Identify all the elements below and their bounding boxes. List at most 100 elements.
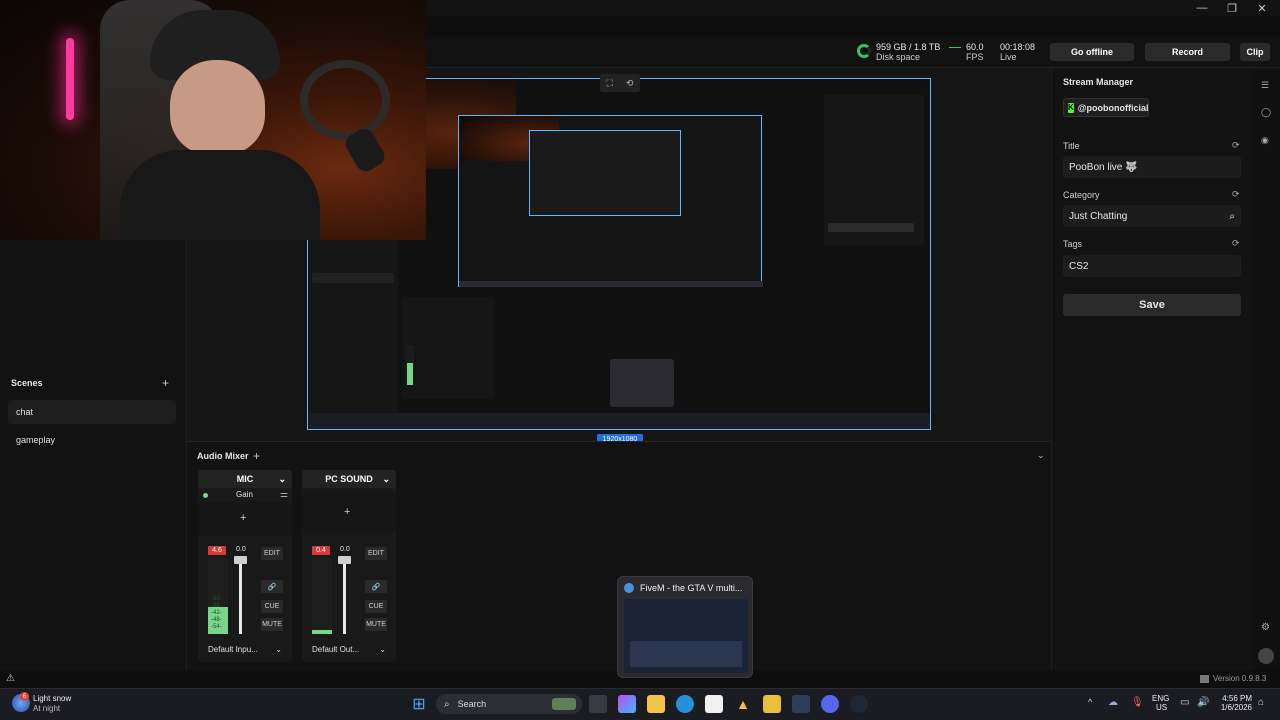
- scene-item-gameplay[interactable]: gameplay: [8, 428, 176, 452]
- hoodie: [120, 150, 320, 240]
- sync-icon[interactable]: ⟲: [626, 78, 634, 89]
- browser-taskbar-icon[interactable]: [676, 695, 694, 713]
- neon-light: [66, 38, 74, 120]
- stream-manager-title: Stream Manager: [1063, 77, 1134, 87]
- crop-icon[interactable]: ⛶: [607, 78, 613, 89]
- nested-save: [828, 223, 914, 232]
- version-text: Version 0.9.8.3: [1213, 674, 1267, 683]
- volume-slider-handle[interactable]: [234, 556, 247, 564]
- chevron-down-icon: ⌄: [382, 473, 390, 484]
- link-icon[interactable]: 🔗: [261, 580, 283, 593]
- taskbar-search[interactable]: ⌕ Search: [436, 694, 582, 714]
- category-input[interactable]: Just Chatting ⌕: [1063, 205, 1241, 227]
- collapse-chevron-icon[interactable]: ⌄: [1037, 450, 1045, 461]
- nested-scene-chat: [312, 273, 394, 283]
- nested-stream-manager: [824, 95, 924, 245]
- save-button[interactable]: Save: [1063, 294, 1241, 316]
- file-explorer-icon[interactable]: [647, 695, 665, 713]
- scenes-title: Scenes: [11, 378, 43, 388]
- mic-channel-header[interactable]: MIC ⌄: [198, 470, 292, 488]
- chat-icon[interactable]: ◯: [1261, 107, 1271, 118]
- category-value: Just Chatting: [1069, 210, 1128, 222]
- add-filter-button[interactable]: +: [344, 506, 350, 518]
- warning-app-icon[interactable]: ▲: [734, 695, 752, 713]
- disk-label: Disk space: [876, 52, 921, 62]
- refresh-category-icon[interactable]: ⟳: [1232, 189, 1240, 200]
- network-icon[interactable]: ▭: [1180, 697, 1189, 708]
- editor-icon[interactable]: [763, 695, 781, 713]
- device-label: Default Inpu...: [208, 644, 258, 654]
- volume-slider-track[interactable]: [343, 558, 346, 634]
- mute-button[interactable]: MUTE: [261, 618, 283, 631]
- account-chip[interactable]: K @poobonofficial: [1063, 98, 1149, 117]
- cue-button[interactable]: CUE: [365, 600, 387, 613]
- go-offline-button[interactable]: Go offline: [1050, 43, 1134, 61]
- pc-sound-channel-header[interactable]: PC SOUND ⌄: [302, 470, 396, 488]
- clock[interactable]: 4:56 PM 1/6/2026: [1212, 694, 1252, 712]
- clip-button[interactable]: Clip: [1240, 43, 1270, 61]
- cue-button[interactable]: CUE: [261, 600, 283, 613]
- add-scene-button[interactable]: +: [162, 376, 169, 390]
- taskbar-preview-popup[interactable]: FiveM - the GTA V multi...: [617, 576, 753, 678]
- device-label: Default Out...: [312, 644, 360, 654]
- steam-icon[interactable]: [850, 695, 868, 713]
- chevron-up-icon[interactable]: ^: [1088, 697, 1092, 707]
- kick-icon: K: [1068, 102, 1074, 113]
- nested-canvas-2: [529, 130, 681, 216]
- m365-icon[interactable]: [618, 695, 636, 713]
- tags-input[interactable]: CS2: [1063, 255, 1241, 277]
- broadcast-icon[interactable]: ◉: [1261, 135, 1269, 146]
- volume-slider-track[interactable]: [239, 558, 242, 634]
- add-filter-button[interactable]: +: [240, 512, 246, 524]
- refresh-title-icon[interactable]: ⟳: [1232, 140, 1240, 151]
- filter-settings-icon[interactable]: ⚌: [280, 489, 288, 500]
- audio-mixer-title: Audio Mixer: [197, 451, 249, 461]
- edit-button[interactable]: EDIT: [261, 547, 283, 560]
- left-panel: [0, 240, 187, 670]
- scale-tick: -42-: [211, 610, 222, 616]
- windows-start-icon[interactable]: ⊞: [410, 695, 428, 713]
- streaming-app-icon[interactable]: [792, 695, 810, 713]
- gain-dot-icon: [203, 493, 208, 498]
- search-icon: ⌕: [444, 698, 450, 710]
- close-button[interactable]: ✕: [1246, 0, 1278, 16]
- gain-label: Gain: [236, 490, 253, 499]
- language-indicator[interactable]: ENG US: [1152, 694, 1169, 712]
- settings-sliders-icon[interactable]: ☰: [1261, 80, 1269, 91]
- face: [170, 60, 265, 155]
- minimize-button[interactable]: —: [1186, 0, 1218, 16]
- link-icon[interactable]: 🔗: [365, 580, 387, 593]
- scale-tick: -48-: [211, 617, 222, 623]
- add-audio-button[interactable]: +: [253, 449, 260, 463]
- title-input[interactable]: PooBon live 🐺: [1063, 156, 1241, 178]
- gear-icon[interactable]: ⚙: [1261, 622, 1270, 633]
- logo-icon: [1200, 674, 1209, 683]
- mute-button[interactable]: MUTE: [365, 618, 387, 631]
- edit-button[interactable]: EDIT: [365, 547, 387, 560]
- chevron-down-icon: ⌄: [379, 644, 386, 654]
- microphone-icon[interactable]: 🎙: [1131, 697, 1144, 708]
- nested-meter-fill: [407, 363, 413, 385]
- scene-item-chat[interactable]: chat: [8, 400, 176, 424]
- store-icon[interactable]: [705, 695, 723, 713]
- input-device-dropdown[interactable]: Default Inpu... ⌄: [208, 642, 288, 656]
- weather-title: Light snow: [33, 694, 72, 703]
- disk-ring-icon: [857, 44, 871, 58]
- restore-button[interactable]: ❐: [1216, 0, 1248, 16]
- icon-rail: [1252, 68, 1280, 670]
- volume-slider-handle[interactable]: [338, 556, 351, 564]
- avatar[interactable]: [1258, 648, 1274, 664]
- discord-icon[interactable]: [821, 695, 839, 713]
- clock-time: 4:56 PM: [1222, 694, 1252, 703]
- refresh-tags-icon[interactable]: ⟳: [1232, 238, 1240, 249]
- search-icon[interactable]: ⌕: [1229, 211, 1241, 222]
- warning-icon[interactable]: ⚠: [6, 673, 15, 684]
- output-device-dropdown[interactable]: Default Out... ⌄: [312, 642, 392, 656]
- volume-icon[interactable]: 🔊: [1197, 697, 1209, 708]
- notification-icon[interactable]: ⌂: [1258, 697, 1264, 708]
- live-label: Live: [1000, 52, 1017, 62]
- task-view-icon[interactable]: [589, 695, 607, 713]
- cloud-icon[interactable]: ☁: [1108, 697, 1118, 708]
- record-button[interactable]: Record: [1145, 43, 1230, 61]
- popup-title: FiveM - the GTA V multi...: [640, 583, 743, 593]
